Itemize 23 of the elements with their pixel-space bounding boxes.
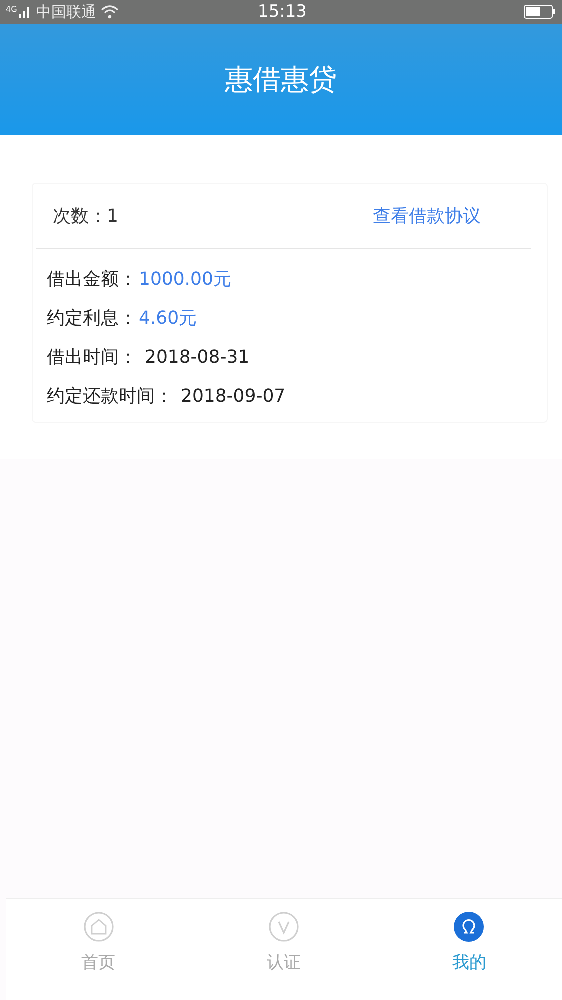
home-icon [82,911,115,943]
detail-value: 2018-09-07 [181,386,286,406]
loan-count: 次数：1 [53,205,118,228]
wifi-icon [101,5,120,19]
detail-label: 约定还款时间： [47,385,173,408]
v-icon [268,911,300,943]
detail-label: 借出时间： [47,346,137,369]
omega-icon [453,911,486,943]
clock-time: 15:13 [258,2,307,22]
tab-button[interactable]: 我的 [376,899,562,1000]
detail-value: 4.60元 [139,307,198,330]
detail-value: 2018-08-31 [145,346,250,368]
detail-label: 借出金额： [47,268,137,291]
detail-label: 约定利息： [47,307,137,330]
app-title: 惠借惠贷 [225,62,337,98]
detail-value: 1000.00元 [139,268,232,291]
tab-button[interactable]: 认证 [191,899,377,1000]
network-type: 4G [6,4,18,14]
battery-icon [524,5,556,19]
tab-button[interactable]: 首页 [6,899,192,1000]
signal-icon [19,6,32,18]
agreement-link[interactable]: 查看借款协议 [373,204,481,228]
carrier-name: 中国联通 [36,2,96,22]
